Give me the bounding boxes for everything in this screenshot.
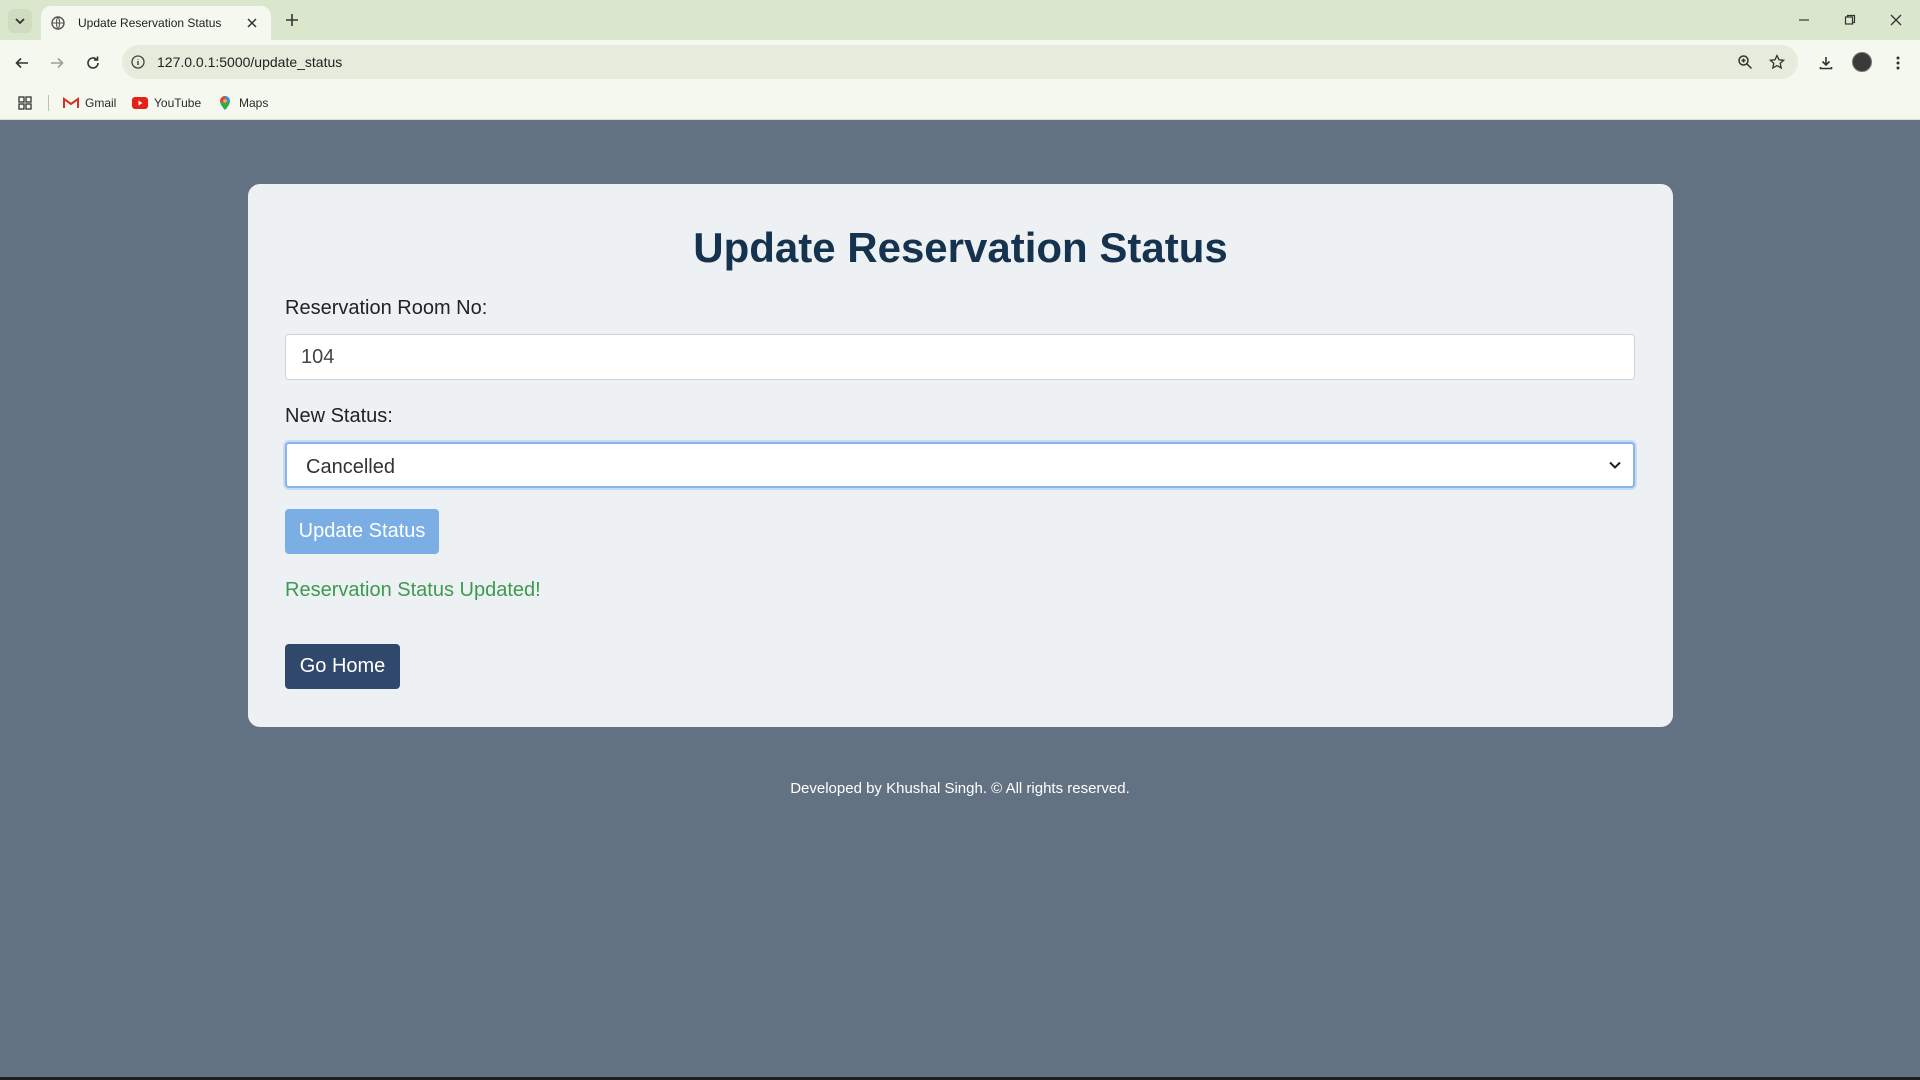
chevron-down-icon xyxy=(15,18,25,25)
url-text[interactable]: 127.0.0.1:5000/update_status xyxy=(157,54,342,70)
status-selected-value: Cancelled xyxy=(306,456,395,478)
youtube-icon xyxy=(132,95,148,111)
close-window-icon[interactable] xyxy=(1884,8,1908,32)
new-tab-plus-icon[interactable] xyxy=(282,10,302,30)
tab-close-icon[interactable] xyxy=(243,14,261,32)
kebab-menu-icon[interactable] xyxy=(1886,51,1910,75)
back-arrow-icon[interactable] xyxy=(10,51,34,75)
form-card: Update Reservation Status Reservation Ro… xyxy=(248,184,1673,727)
gmail-icon xyxy=(63,95,79,111)
apps-grid-icon[interactable] xyxy=(17,95,33,111)
page-title: Update Reservation Status xyxy=(693,224,1228,271)
bookmark-gmail-label: Gmail xyxy=(85,96,117,110)
reload-icon[interactable] xyxy=(81,51,105,75)
bookmark-maps-label: Maps xyxy=(239,96,269,110)
restore-icon[interactable] xyxy=(1838,8,1862,32)
address-bar[interactable]: 127.0.0.1:5000/update_status xyxy=(122,45,1798,79)
bookmark-star-icon[interactable] xyxy=(1768,53,1786,71)
bookmark-youtube-label: YouTube xyxy=(154,96,202,110)
tab-search-button[interactable] xyxy=(8,9,32,33)
tab-title: Update Reservation Status xyxy=(78,16,222,30)
globe-icon xyxy=(50,15,66,31)
forward-arrow-icon[interactable] xyxy=(45,51,69,75)
download-icon[interactable] xyxy=(1814,51,1838,75)
footer-text: Developed by Khushal Singh. © All rights… xyxy=(790,780,1130,797)
maps-icon xyxy=(217,95,233,111)
new-status-label: New Status: xyxy=(285,405,393,427)
browser-toolbar: 127.0.0.1:5000/update_status xyxy=(0,40,1920,86)
browser-tab-active[interactable]: Update Reservation Status xyxy=(41,6,271,40)
bookmark-maps[interactable]: Maps xyxy=(217,94,268,112)
profile-avatar[interactable] xyxy=(1852,52,1872,72)
bookmark-youtube[interactable]: YouTube xyxy=(132,94,201,112)
bookmarks-bar: Gmail YouTube Maps xyxy=(0,86,1920,120)
tab-strip: Update Reservation Status xyxy=(0,0,1920,40)
update-status-button[interactable]: Update Status xyxy=(285,509,439,554)
chevron-down-icon xyxy=(1607,457,1623,473)
room-number-label: Reservation Room No: xyxy=(285,297,488,319)
success-message: Reservation Status Updated! xyxy=(285,579,541,601)
bookmarks-divider xyxy=(48,95,49,111)
minimize-icon[interactable] xyxy=(1792,8,1816,32)
go-home-button[interactable]: Go Home xyxy=(285,644,400,689)
status-select[interactable]: Cancelled xyxy=(285,442,1635,488)
zoom-icon[interactable] xyxy=(1736,53,1754,71)
room-number-input[interactable] xyxy=(285,334,1635,380)
site-info-icon[interactable] xyxy=(130,54,146,70)
bookmark-gmail[interactable]: Gmail xyxy=(63,94,116,112)
